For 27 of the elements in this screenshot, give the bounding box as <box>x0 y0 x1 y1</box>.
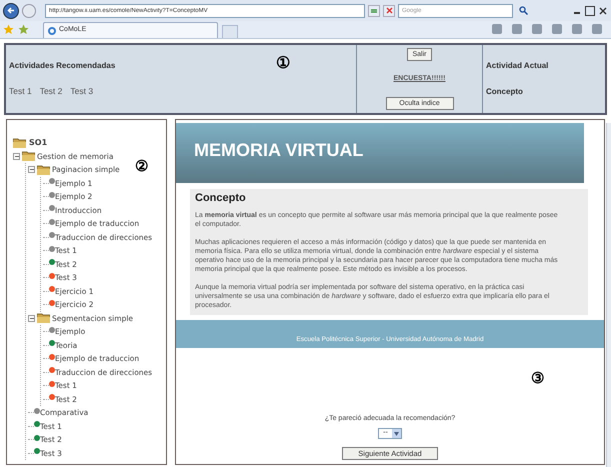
add-favorite-icon[interactable] <box>18 24 29 35</box>
current-activity: Concepto <box>486 86 524 98</box>
restore-icon[interactable] <box>585 6 595 16</box>
folder-icon <box>22 151 35 162</box>
marker: ② <box>135 157 148 177</box>
folder-icon <box>37 313 50 324</box>
folder-icon <box>37 164 50 175</box>
marker: ③ <box>531 369 544 389</box>
section-title: Actividades Recomendadas <box>9 60 116 72</box>
page-title: MEMORIA VIRTUAL <box>194 140 364 160</box>
collapse-toggle-icon[interactable] <box>28 314 35 322</box>
activity-link[interactable]: Test 3 <box>70 85 94 98</box>
folder-icon <box>13 138 26 148</box>
activity-link[interactable]: Test 1 <box>9 85 32 98</box>
back-icon[interactable] <box>3 2 19 18</box>
section-title: Actividad Actual <box>486 60 550 72</box>
activity-link[interactable]: Test 2 <box>40 85 62 98</box>
section-heading: Concepto <box>195 194 247 203</box>
dropdown-icon <box>392 429 401 438</box>
forward-icon[interactable] <box>22 4 36 18</box>
folder-label[interactable]: SO1 <box>29 136 48 149</box>
collapse-toggle-icon[interactable] <box>13 152 20 160</box>
marker: ① <box>276 54 290 74</box>
favorites-star-icon[interactable] <box>3 24 14 35</box>
close-icon[interactable] <box>598 6 608 16</box>
stop-icon[interactable] <box>383 4 395 16</box>
collapse-toggle-icon[interactable] <box>28 166 35 174</box>
